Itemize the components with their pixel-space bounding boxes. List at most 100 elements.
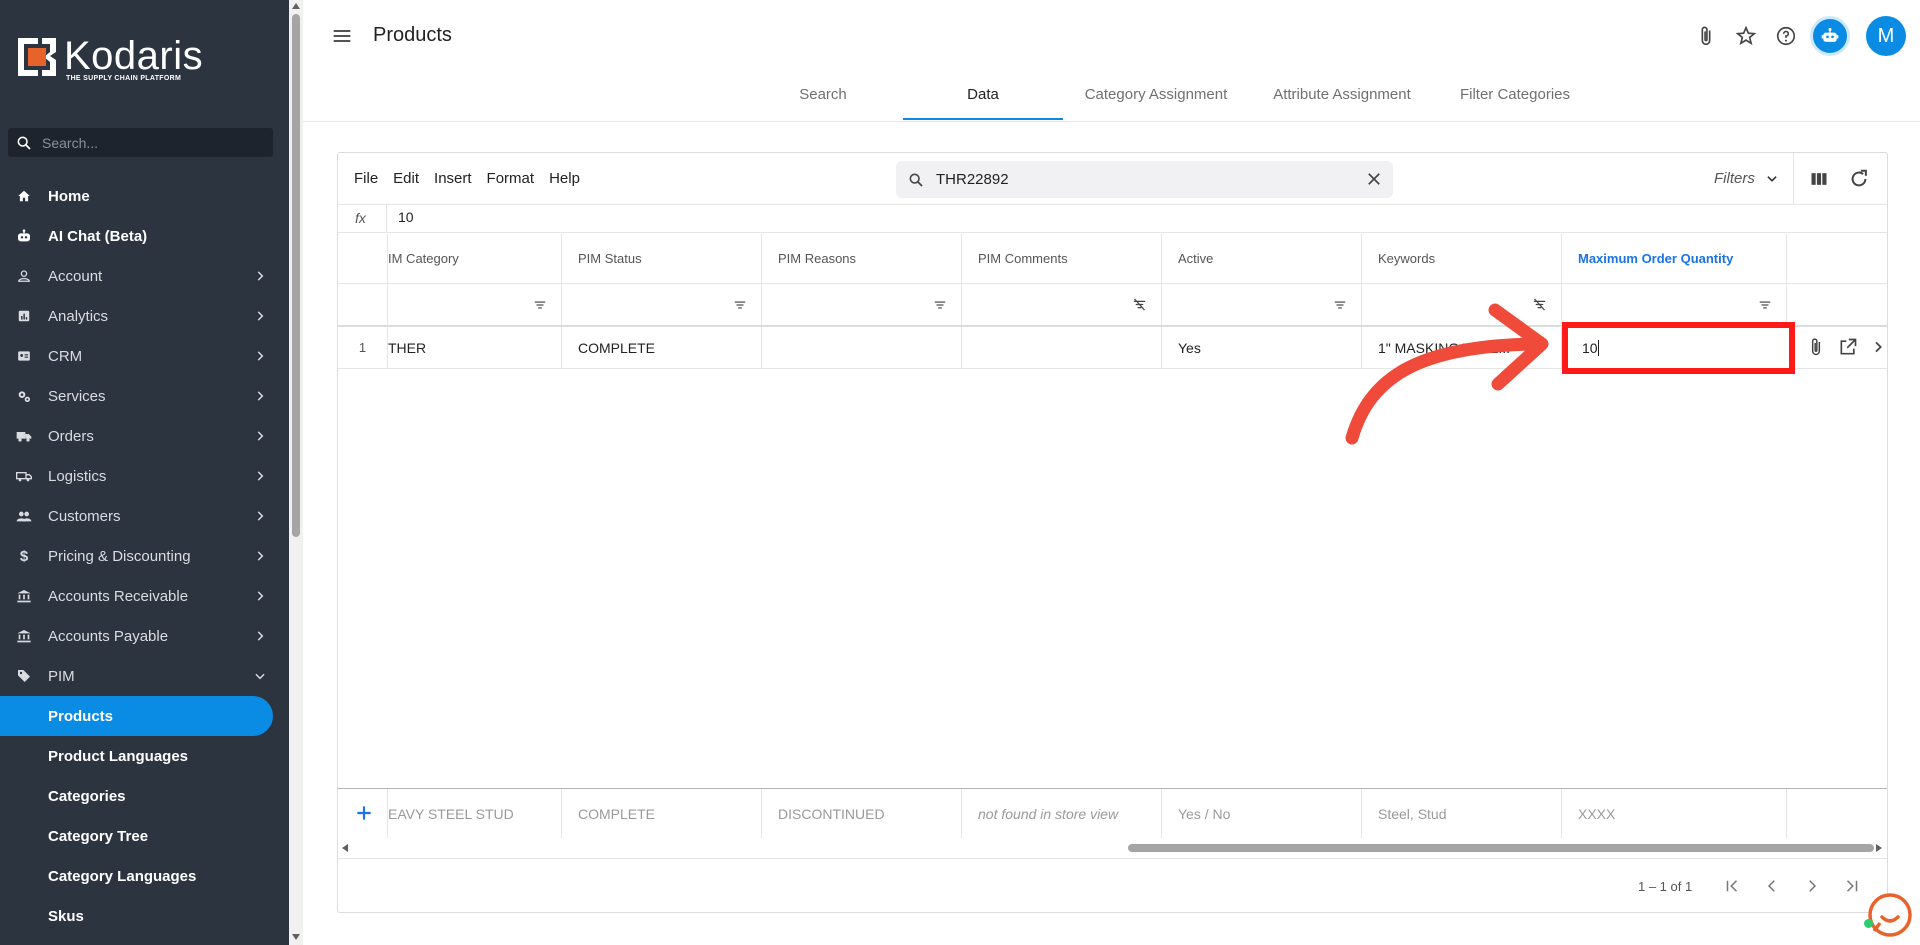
active-cell-editor[interactable]: 10: [1562, 322, 1795, 374]
filter-icon[interactable]: [1562, 284, 1787, 325]
placeholder-cell[interactable]: COMPLETE: [562, 789, 762, 838]
cell-pim-category[interactable]: THER: [388, 327, 562, 368]
online-status-dot: [1864, 919, 1873, 928]
row-number: 1: [338, 327, 388, 368]
scroll-up-arrow-icon[interactable]: [292, 3, 300, 9]
new-row: EAVY STEEL STUD COMPLETE DISCONTINUED no…: [338, 788, 1887, 838]
filter-icon[interactable]: [388, 284, 562, 325]
column-header[interactable]: PIM Status: [562, 234, 762, 283]
column-header[interactable]: IM Category: [388, 234, 562, 283]
placeholder-cell[interactable]: XXXX: [1562, 789, 1787, 838]
sidebar-subitem-product-languages[interactable]: Product Languages: [0, 736, 289, 776]
sidebar-item-customers[interactable]: Customers: [0, 496, 289, 536]
menu-format[interactable]: Format: [487, 170, 535, 187]
placeholder-cell[interactable]: not found in store view: [962, 789, 1162, 838]
sidebar-search[interactable]: [8, 128, 273, 157]
filter-off-icon[interactable]: [1362, 284, 1562, 325]
grid-search[interactable]: [896, 161, 1393, 198]
column-header[interactable]: Active: [1162, 234, 1362, 283]
new-row-number: [338, 789, 388, 838]
placeholder-cell[interactable]: DISCONTINUED: [762, 789, 962, 838]
tab-search[interactable]: Search: [743, 76, 903, 120]
tab-filter-categories[interactable]: Filter Categories: [1435, 76, 1595, 120]
placeholder-cell[interactable]: EAVY STEEL STUD: [388, 789, 562, 838]
sidebar-item-analytics[interactable]: Analytics: [0, 296, 289, 336]
cell-active[interactable]: Yes: [1162, 327, 1362, 368]
sidebar-subitem-categories[interactable]: Categories: [0, 776, 289, 816]
sidebar-item-label: Accounts Receivable: [48, 587, 189, 605]
sidebar-item-label: Logistics: [48, 467, 107, 485]
tab-data[interactable]: Data: [903, 76, 1063, 120]
column-header[interactable]: PIM Reasons: [762, 234, 962, 283]
filter-icon[interactable]: [1162, 284, 1362, 325]
menu-insert[interactable]: Insert: [434, 170, 472, 187]
columns-icon[interactable]: [1809, 169, 1829, 189]
scroll-right-arrow-icon[interactable]: [1876, 844, 1882, 852]
star-icon[interactable]: [1730, 20, 1762, 52]
scroll-left-arrow-icon[interactable]: [342, 844, 348, 852]
cell-pim-status[interactable]: COMPLETE: [562, 327, 762, 368]
scroll-down-arrow-icon[interactable]: [292, 934, 300, 940]
attachment-icon[interactable]: [1690, 20, 1722, 52]
attachment-icon[interactable]: [1806, 337, 1826, 357]
filter-icon[interactable]: [562, 284, 762, 325]
refresh-icon[interactable]: [1848, 168, 1870, 190]
scrollbar-thumb[interactable]: [292, 14, 300, 537]
sidebar-item-home[interactable]: Home: [0, 176, 289, 216]
menu-icon[interactable]: [332, 26, 352, 46]
column-header[interactable]: Keywords: [1362, 234, 1562, 283]
last-page-icon[interactable]: [1842, 876, 1862, 896]
chevron-right-icon[interactable]: [1870, 339, 1886, 355]
sidebar-item-pricing[interactable]: $ Pricing & Discounting: [0, 536, 289, 576]
sidebar-item-pim[interactable]: PIM: [0, 656, 289, 696]
filter-icon[interactable]: [762, 284, 962, 325]
cell-pim-reasons[interactable]: [762, 327, 962, 368]
page-header: Products M Search Data Category Assignme…: [303, 0, 1920, 122]
row-number-header: [338, 234, 388, 283]
sidebar-item-orders[interactable]: Orders: [0, 416, 289, 456]
sidebar-scrollbar[interactable]: [289, 0, 303, 945]
menu-help[interactable]: Help: [549, 170, 580, 187]
filter-off-icon[interactable]: [962, 284, 1162, 325]
cell-keywords[interactable]: 1" MASKING TAPE...: [1362, 327, 1562, 368]
help-icon[interactable]: [1770, 20, 1802, 52]
sidebar-item-services[interactable]: Services: [0, 376, 289, 416]
column-header-highlighted[interactable]: Maximum Order Quantity: [1562, 234, 1787, 283]
grid-toolbar: File Edit Insert Format Help Filters: [338, 153, 1887, 205]
sidebar-item-ai-chat[interactable]: AI Chat (Beta): [0, 216, 289, 256]
horizontal-scrollbar[interactable]: [338, 842, 1887, 854]
sidebar-item-crm[interactable]: CRM: [0, 336, 289, 376]
ai-assistant-button[interactable]: [1810, 16, 1850, 56]
sidebar-item-account[interactable]: Account: [0, 256, 289, 296]
first-page-icon[interactable]: [1722, 876, 1742, 896]
tab-category-assignment[interactable]: Category Assignment: [1063, 76, 1249, 120]
next-page-icon[interactable]: [1802, 876, 1822, 896]
sidebar-subitem-category-languages[interactable]: Category Languages: [0, 856, 289, 896]
sidebar-item-logistics[interactable]: Logistics: [0, 456, 289, 496]
formula-divider: [386, 205, 387, 233]
sidebar-item-accounts-receivable[interactable]: Accounts Receivable: [0, 576, 289, 616]
shipping-truck-icon: [16, 468, 32, 484]
placeholder-cell[interactable]: Steel, Stud: [1362, 789, 1562, 838]
column-header[interactable]: PIM Comments: [962, 234, 1162, 283]
sidebar-search-input[interactable]: [42, 134, 262, 151]
previous-page-icon[interactable]: [1762, 876, 1782, 896]
cell-pim-comments[interactable]: [962, 327, 1162, 368]
sidebar-item-accounts-payable[interactable]: Accounts Payable: [0, 616, 289, 656]
menu-file[interactable]: File: [354, 170, 378, 187]
placeholder-cell[interactable]: Yes / No: [1162, 789, 1362, 838]
kodaris-logo[interactable]: Kodaris THE SUPPLY CHAIN PLATFORM: [16, 36, 203, 82]
grid-search-input[interactable]: [936, 171, 1336, 188]
menu-edit[interactable]: Edit: [393, 170, 419, 187]
filters-dropdown[interactable]: Filters: [1714, 170, 1779, 187]
user-avatar[interactable]: M: [1866, 16, 1906, 56]
sidebar-subitem-skus[interactable]: Skus: [0, 896, 289, 936]
tab-attribute-assignment[interactable]: Attribute Assignment: [1249, 76, 1435, 120]
clear-search-icon[interactable]: [1365, 170, 1383, 188]
chat-support-icon[interactable]: [1866, 891, 1914, 939]
open-in-new-icon[interactable]: [1838, 337, 1858, 357]
horizontal-scrollbar-thumb[interactable]: [1128, 844, 1874, 852]
formula-input[interactable]: [398, 209, 1198, 225]
sidebar-subitem-products[interactable]: Products: [0, 696, 273, 736]
sidebar-subitem-category-tree[interactable]: Category Tree: [0, 816, 289, 856]
